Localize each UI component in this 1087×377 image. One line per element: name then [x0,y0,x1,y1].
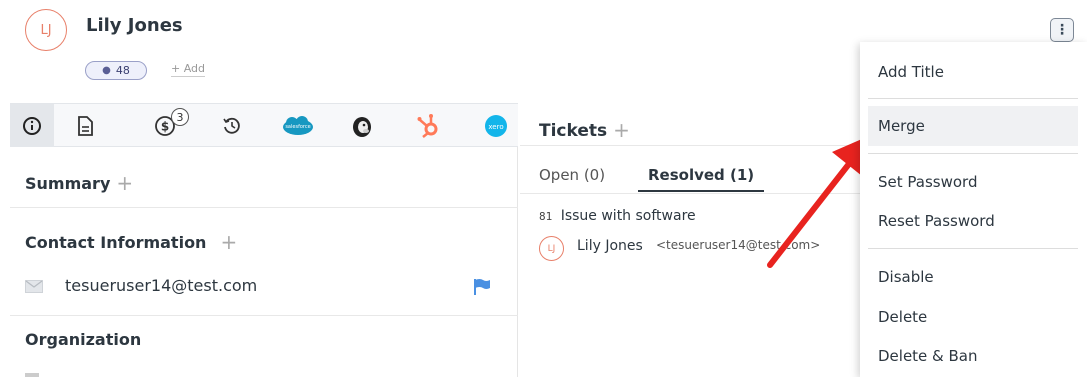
email-row[interactable]: tesueruser14@test.com [25,275,505,299]
menu-item-delete[interactable]: Delete [868,297,1078,337]
tab-billing[interactable]: $ 3 [143,104,189,147]
billing-badge: 3 [171,108,189,126]
divider [10,315,518,316]
menu-item-add-title[interactable]: Add Title [868,52,1078,92]
organization-section-title[interactable]: Organization [25,330,141,349]
summary-section-title[interactable]: Summary + [25,171,133,195]
tab-info[interactable] [10,104,54,147]
add-tag-link[interactable]: + Add [171,62,206,77]
divider [10,207,518,208]
email-value[interactable]: tesueruser14@test.com [65,276,257,295]
menu-separator [868,153,1078,154]
requester-name: Lily Jones [577,238,643,254]
svg-text:$: $ [161,119,169,133]
kebab-icon: ⋮ [1055,22,1069,38]
salesforce-icon: salesforce [283,115,313,135]
ticket-item[interactable]: 81 Issue with software [539,208,696,224]
contact-info-label: Contact Information [25,233,207,252]
more-options-button[interactable]: ⋮ [1050,18,1074,42]
menu-item-disable[interactable]: Disable [868,257,1078,297]
integration-tab-bar: $ 3 salesforce xero [10,103,518,147]
svg-text:salesforce: salesforce [285,124,310,130]
organization-label: Organization [25,330,142,349]
history-icon [223,117,240,134]
tab-notes[interactable] [63,104,107,147]
add-ticket-button[interactable]: + [613,118,630,142]
ticket-id: 81 [539,210,553,223]
contact-details-panel: $ 3 salesforce xero Summary + Contact In… [10,103,518,377]
add-contact-info-button[interactable]: + [220,230,237,254]
tab-history[interactable] [210,104,254,147]
hubspot-icon [417,113,438,138]
tickets-title: Tickets + [539,118,630,142]
menu-item-delete-and-ban[interactable]: Delete & Ban [868,336,1078,376]
more-options-menu: Add Title Merge Set Password Reset Passw… [860,42,1087,377]
info-icon [23,116,41,135]
contact-count: 48 [115,64,130,77]
organization-field-stub [25,373,39,377]
menu-item-merge[interactable]: Merge [868,106,1078,146]
document-icon [78,115,93,136]
contact-name[interactable]: Lily Jones [86,15,183,36]
tab-xero[interactable]: xero [474,104,518,147]
ticket-subject[interactable]: Issue with software [561,208,696,224]
flag-icon[interactable] [473,278,491,296]
menu-item-reset-password[interactable]: Reset Password [868,201,1078,241]
tickets-title-label: Tickets [539,121,608,141]
contact-count-pill[interactable]: ● 48 [85,61,147,80]
svg-text:xero: xero [488,123,503,131]
tab-open-tickets[interactable]: Open (0) [539,166,605,184]
menu-item-set-password[interactable]: Set Password [868,162,1078,202]
contact-avatar: LJ [25,9,67,51]
mail-icon [25,280,43,293]
requester-avatar: LJ [539,236,564,261]
contact-info-section-title[interactable]: Contact Information + [25,230,237,254]
mailchimp-icon [353,116,371,137]
summary-label: Summary [25,174,111,193]
tab-resolved-tickets[interactable]: Resolved (1) [638,166,765,192]
xero-icon: xero [485,114,507,137]
menu-separator [868,98,1078,99]
person-icon: ● [102,65,111,76]
menu-separator [868,248,1078,249]
tab-mailchimp[interactable] [340,104,384,147]
add-summary-button[interactable]: + [116,171,133,195]
tab-hubspot[interactable] [407,104,451,147]
tab-salesforce[interactable]: salesforce [276,104,320,147]
